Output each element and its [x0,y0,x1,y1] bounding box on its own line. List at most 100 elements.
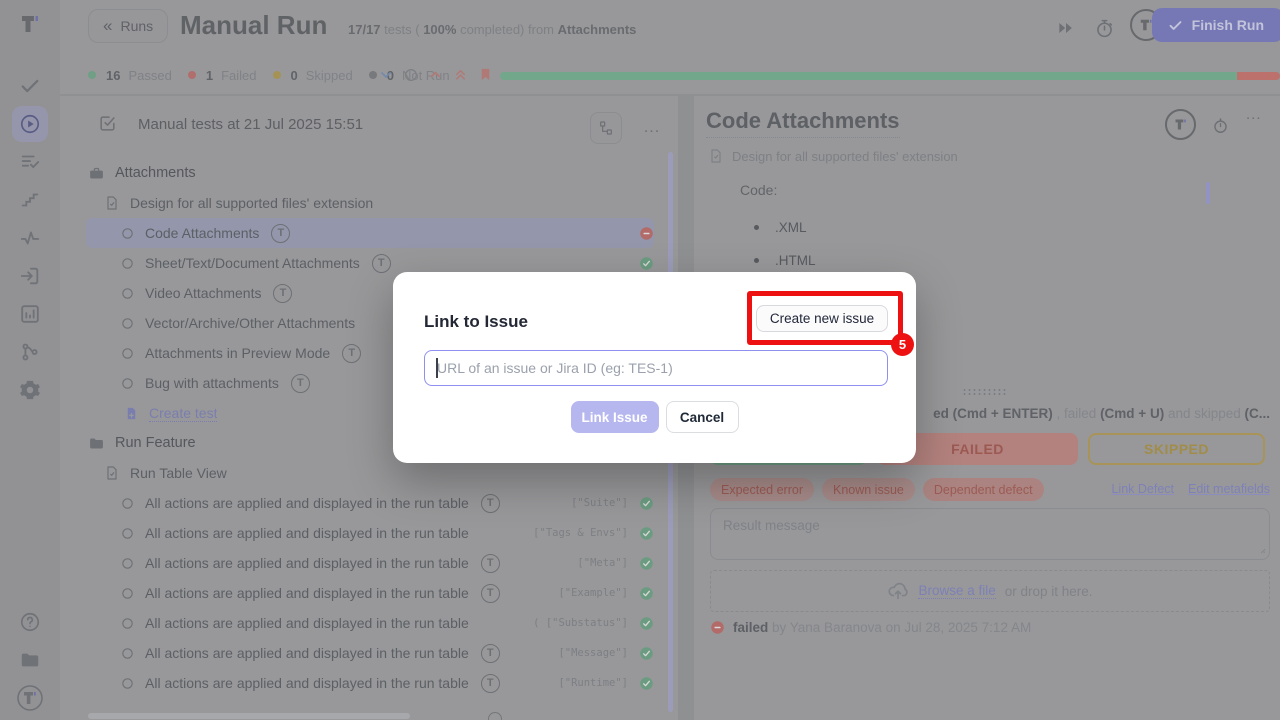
result-message-input[interactable] [710,508,1270,560]
run-progress-summary: 17/17 tests ( 100% completed) from Attac… [348,22,636,37]
passed-status-icon [639,676,654,691]
tree-item-test[interactable]: All actions are applied and displayed in… [60,638,654,668]
tree-item-label: Vector/Archive/Other Attachments [145,315,355,331]
text-cursor [436,358,438,378]
collapse-chevron-down-icon[interactable] [378,67,394,83]
test-icon [120,316,135,331]
test-detail-title[interactable]: Code Attachments [706,108,900,138]
passed-status-icon [639,526,654,541]
testomat-badge-icon: T [273,284,292,303]
cloud-upload-icon [887,580,909,602]
test-menu-button[interactable]: ... [1246,106,1262,123]
file-dropzone[interactable]: Browse a file or drop it here. [710,570,1270,612]
document-icon [708,148,724,164]
skipped-button[interactable]: SKIPPED [1088,433,1265,465]
passed-status-icon [639,556,654,571]
sidebar-item-steps[interactable] [12,182,48,218]
sidebar-item-settings[interactable] [12,372,48,408]
tree-item-tag: ["Meta"] [577,557,628,569]
help-icon[interactable] [12,604,48,640]
circle-filter-icon[interactable] [403,67,419,83]
tree-item-tag: ["Runtime"] [558,677,628,689]
sidebar-item-branches[interactable] [12,334,48,370]
back-to-runs-button[interactable]: « Runs [88,9,168,43]
tree-item-test[interactable]: All actions are applied and displayed in… [60,608,654,638]
browse-file-link[interactable]: Browse a file [918,583,995,599]
link-defect-link[interactable]: Link Defect [1111,482,1174,496]
code-label: Code: [740,182,777,198]
doc-icon [104,465,120,481]
issue-url-input[interactable] [424,350,888,386]
doc-icon [104,195,120,211]
jump-up-icon[interactable] [428,67,444,83]
tree-item-label: Bug with attachments [145,375,279,391]
test-icon [120,676,135,691]
app-logo-icon[interactable] [12,6,48,42]
tree-item-label: All actions are applied and displayed in… [145,585,469,601]
test-suite-subtitle: Design for all supported files' extensio… [732,149,958,164]
tree-item-label: All actions are applied and displayed in… [145,495,469,511]
annotation-step-badge: 5 [891,333,914,356]
test-icon [120,256,135,271]
run-status-bar: 16Passed 1Failed 0Skipped 0Not Run [60,56,1280,94]
drag-handle[interactable] [962,388,1008,395]
tree-item-test[interactable]: All actions are applied and displayed in… [60,518,654,548]
bookmark-icon[interactable] [478,67,494,83]
tree-item-suite[interactable]: Attachments [60,158,654,188]
edit-metafields-link[interactable]: Edit metafields [1188,482,1270,496]
result-history-row: failed by Yana Baranova on Jul 28, 2025 … [710,620,1031,635]
testomat-badge-icon: T [481,584,500,603]
tree-item-label: Design for all supported files' extensio… [130,195,373,211]
sidebar-item-runs[interactable] [12,106,48,142]
tree-item-label: All actions are applied and displayed in… [145,615,469,631]
select-tests-icon[interactable] [98,114,117,133]
tree-item-tag: ( ["Substatus"] [533,617,628,629]
profile-logo-icon[interactable] [12,680,48,716]
finish-run-button[interactable]: Finish Run [1152,8,1280,42]
create-icon [124,406,139,421]
tree-item-test[interactable]: All actions are applied and displayed in… [60,668,654,698]
tree-item-test[interactable]: All actions are applied and displayed in… [60,578,654,608]
cancel-button[interactable]: Cancel [666,401,739,433]
sidebar-item-reports[interactable] [12,296,48,332]
tree-menu-button[interactable]: ... [636,112,668,144]
passed-dot-icon [88,71,96,79]
flag-known-issue[interactable]: Known issue [822,478,915,501]
testomat-badge-icon: T [481,644,500,663]
sidebar-item-plans[interactable] [12,144,48,180]
jump-top-icon[interactable] [453,67,469,83]
tree-item-label: Attachments in Preview Mode [145,345,330,361]
annotation-highlight-box [747,291,903,345]
tree-item-test[interactable]: Code AttachmentsT [86,218,654,248]
tree-item-tag: ["Tags & Envs"] [533,527,628,539]
testomat-badge-icon: T [342,344,361,363]
tree-item-label: Video Attachments [145,285,261,301]
sidebar-item-activity[interactable] [12,220,48,256]
tree-item-doc[interactable]: Design for all supported files' extensio… [60,188,654,218]
tree-item-test[interactable]: All actions are applied and displayed in… [60,548,654,578]
partial-next-row [488,712,502,720]
resize-handle-icon[interactable] [1256,544,1266,554]
test-icon [120,616,135,631]
folder-icon [88,435,105,452]
tree-view-toggle-button[interactable] [590,112,622,144]
app-sidebar [0,0,60,720]
flag-expected-error[interactable]: Expected error [710,478,814,501]
test-icon [120,586,135,601]
sidebar-item-tests[interactable] [12,68,48,104]
test-timer-icon[interactable] [1207,112,1233,138]
fast-forward-icon[interactable] [1052,14,1080,42]
tree-item-test[interactable]: All actions are applied and displayed in… [60,488,654,518]
test-icon [120,286,135,301]
timer-icon[interactable] [1090,14,1118,42]
assignee-avatar[interactable] [1165,109,1196,140]
flag-dependent-defect[interactable]: Dependent defect [923,478,1044,501]
link-issue-button[interactable]: Link Issue [571,401,659,433]
docs-folder-icon[interactable] [12,642,48,678]
tree-item-tag: ["Suite"] [571,497,628,509]
sidebar-item-import[interactable] [12,258,48,294]
content-scrollbar[interactable] [1206,182,1210,204]
horizontal-scrollbar[interactable] [88,713,410,719]
test-icon [120,226,135,241]
test-icon [120,496,135,511]
